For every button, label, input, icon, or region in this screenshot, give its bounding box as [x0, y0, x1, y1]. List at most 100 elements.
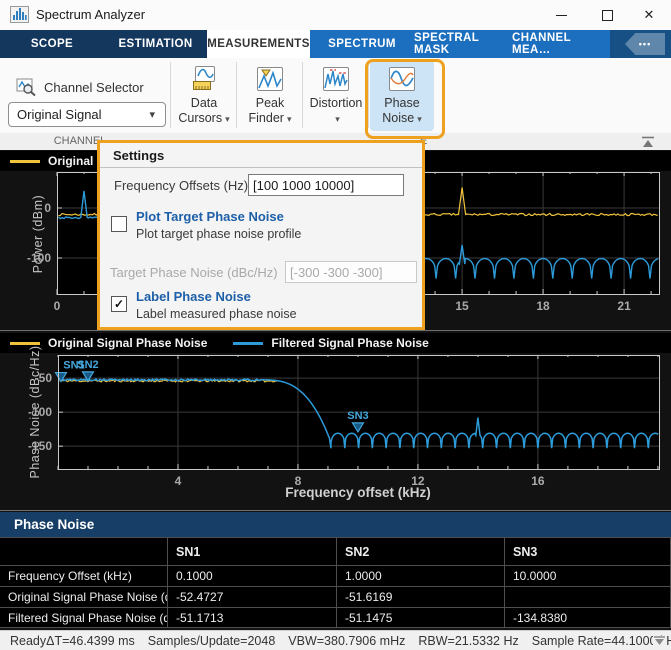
- phase-noise-panel-title: Phase Noise: [14, 517, 94, 532]
- x-tick-label: 21: [607, 299, 641, 313]
- title-bar: Spectrum Analyzer ✕: [0, 0, 671, 30]
- channel-selector-label: Channel Selector: [44, 80, 144, 95]
- toolstrip: Channel Selector Original Signal ▾ Data: [0, 58, 671, 133]
- peak-finder-icon: [256, 66, 284, 92]
- app-icon: [10, 6, 29, 23]
- target-phase-noise-label: Target Phase Noise (dBc/Hz): [110, 265, 278, 280]
- legend-line-filtered-pn: [233, 342, 263, 345]
- tab-measurements[interactable]: MEASUREMENTS: [207, 30, 310, 58]
- y-tick-label: -100: [14, 405, 52, 419]
- table-row-label: Original Signal Phase Noise (dB...: [0, 587, 168, 608]
- legend-line-original-pn: [10, 342, 40, 345]
- chevron-down-icon: ▾: [149, 108, 155, 121]
- table-cell: -52.4727: [168, 587, 337, 608]
- spectrum-analyzer-window: Spectrum Analyzer ✕ SCOPE ESTIMATION MEA…: [0, 0, 671, 650]
- table-cell: -51.6169: [337, 587, 505, 608]
- trend-icon[interactable]: [653, 636, 666, 646]
- data-cursors-button[interactable]: Data Cursors▾: [172, 60, 236, 131]
- phase-noise-button[interactable]: Phase Noise▾: [370, 60, 434, 131]
- phase-noise-table: SN1 SN2 SN3 Frequency Offset (kHz) 0.100…: [0, 537, 671, 627]
- plot-target-checkbox[interactable]: [111, 216, 127, 232]
- table-cell: 10.0000: [505, 566, 671, 587]
- tab-estimation[interactable]: ESTIMATION: [104, 30, 207, 58]
- table-header-sn3: SN3: [505, 538, 671, 566]
- tab-spectrum[interactable]: SPECTRUM: [310, 30, 414, 58]
- phase-noise-icon: [388, 66, 416, 92]
- table-row-label: Frequency Offset (kHz): [0, 566, 168, 587]
- minimize-button[interactable]: [539, 0, 583, 30]
- x-tick-label: 15: [445, 299, 479, 313]
- label-phase-title[interactable]: Label Phase Noise: [136, 289, 251, 304]
- close-icon: ✕: [644, 7, 655, 23]
- table-cell: [505, 587, 671, 608]
- distortion-button[interactable]: Distortion ▾: [304, 60, 368, 131]
- toolbar-separator: [302, 62, 303, 128]
- collapse-toolstrip-icon[interactable]: [641, 136, 655, 148]
- channel-selector-button[interactable]: Channel Selector: [16, 78, 144, 96]
- x-tick-label: 8: [281, 474, 315, 488]
- settings-header: Settings: [100, 143, 422, 168]
- phase-noise-plot[interactable]: SN1SN2SN3: [58, 355, 660, 470]
- table-cell: -51.1713: [168, 608, 337, 628]
- settings-title: Settings: [113, 148, 164, 163]
- y-tick-label: -100: [13, 251, 51, 265]
- divider: [0, 330, 671, 331]
- tab-spectral-mask[interactable]: SPECTRAL MASK: [414, 30, 512, 58]
- toolbar-separator: [236, 62, 237, 128]
- table-cell: 0.1000: [168, 566, 337, 587]
- y-tick-label: -150: [14, 439, 52, 453]
- y-tick-label: 0: [13, 201, 51, 215]
- status-rbw: RBW=21.5332 Hz: [418, 634, 518, 648]
- table-row-label: Filtered Signal Phase Noise (dB...: [0, 608, 168, 628]
- channel-selector-value: Original Signal: [17, 107, 102, 122]
- phase-noise-panel-header: Phase Noise: [0, 512, 671, 537]
- label-phase-subtitle: Label measured phase noise: [136, 307, 297, 321]
- status-samples: Samples/Update=2048: [148, 634, 276, 648]
- x-tick-label: 0: [40, 299, 74, 313]
- channel-selector-icon: [16, 78, 36, 96]
- window-title: Spectrum Analyzer: [36, 7, 145, 22]
- status-delta-t: ΔT=46.4399 ms: [46, 634, 135, 648]
- toolbar-separator: [368, 62, 369, 128]
- table-header-sn1: SN1: [168, 538, 337, 566]
- tab-channel-measurements[interactable]: CHANNEL MEA…: [512, 30, 610, 58]
- minimize-icon: [556, 15, 567, 16]
- table-cell: -51.1475: [337, 608, 505, 628]
- status-state: Ready: [10, 634, 46, 648]
- maximize-button[interactable]: [585, 0, 629, 30]
- chevron-down-icon: ▾: [225, 114, 230, 124]
- frequency-offsets-input[interactable]: [248, 174, 404, 196]
- svg-text:SN3: SN3: [347, 410, 368, 422]
- phase-noise-legend: Original Signal Phase Noise Filtered Sig…: [0, 333, 671, 353]
- table-cell: 1.0000: [337, 566, 505, 587]
- label-phase-checkbox[interactable]: ✓: [111, 296, 127, 312]
- table-corner-cell: [0, 538, 168, 566]
- chevron-down-icon: ▾: [287, 114, 292, 124]
- data-cursors-icon: [189, 65, 219, 93]
- x-tick-label: 4: [161, 474, 195, 488]
- plot-target-subtitle: Plot target phase noise profile: [136, 227, 301, 241]
- status-bar: Ready ΔT=46.4399 ms Samples/Update=2048 …: [0, 630, 671, 650]
- toolbar-separator: [170, 62, 171, 128]
- channel-selector-dropdown[interactable]: Original Signal ▾: [8, 102, 166, 127]
- y-tick-label: -50: [14, 371, 52, 385]
- chevron-down-icon: ▾: [417, 114, 422, 124]
- tab-scope[interactable]: SCOPE: [0, 30, 104, 58]
- plot-target-title[interactable]: Plot Target Phase Noise: [136, 209, 284, 224]
- close-button[interactable]: ✕: [627, 0, 671, 30]
- phase-noise-settings-popup: Settings Frequency Offsets (Hz) Plot Tar…: [97, 140, 425, 330]
- peak-finder-button[interactable]: Peak Finder▾: [238, 60, 302, 131]
- x-tick-label: 12: [401, 474, 435, 488]
- chevron-down-icon: ▾: [335, 114, 340, 124]
- divider: [0, 510, 671, 511]
- tab-bar: SCOPE ESTIMATION MEASUREMENTS SPECTRUM S…: [0, 30, 671, 58]
- maximize-icon: [602, 10, 613, 21]
- frequency-offsets-label: Frequency Offsets (Hz): [114, 178, 248, 193]
- status-vbw: VBW=380.7906 mHz: [288, 634, 405, 648]
- table-header-sn2: SN2: [337, 538, 505, 566]
- distortion-icon: [322, 66, 350, 92]
- x-tick-label: 16: [521, 474, 555, 488]
- svg-text:SN2: SN2: [77, 359, 98, 371]
- x-tick-label: 18: [526, 299, 560, 313]
- legend-line-original: [10, 160, 40, 163]
